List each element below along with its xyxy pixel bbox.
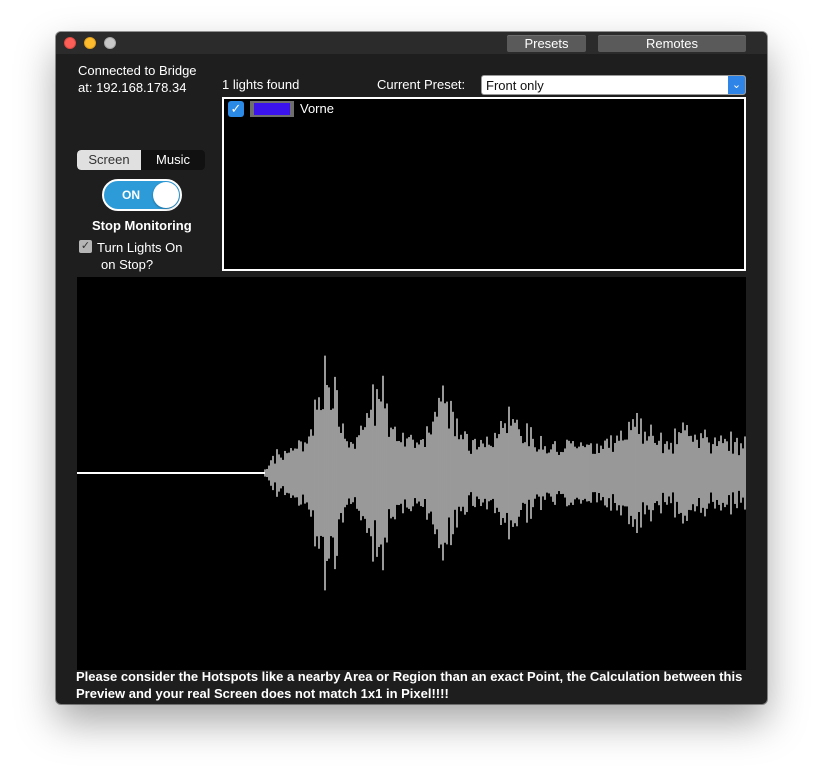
remotes-button[interactable]: Remotes	[598, 35, 746, 52]
monitoring-toggle[interactable]: ON	[102, 179, 182, 211]
turn-lights-on-checkbox[interactable]: ✓	[79, 240, 92, 253]
turn-lights-on-label: Turn Lights On on Stop?	[97, 239, 207, 273]
stop-monitoring-label: Stop Monitoring	[92, 218, 192, 233]
zoom-window-button[interactable]	[104, 37, 116, 49]
mode-segmented-control: Screen Music	[77, 150, 205, 170]
lights-list: ✓ Vorne	[222, 97, 746, 271]
checkmark-icon: ✓	[230, 101, 242, 116]
light-color-fill	[254, 103, 290, 115]
segment-screen[interactable]: Screen	[77, 150, 141, 170]
toggle-state-label: ON	[122, 188, 140, 202]
audio-waveform-preview[interactable]	[77, 277, 746, 670]
toggle-knob	[153, 182, 179, 208]
turn-lights-on-line2: on Stop?	[101, 257, 154, 272]
footer-notice: Please consider the Hotspots like a near…	[76, 668, 766, 702]
turn-lights-on-line1: Turn Lights On	[97, 240, 183, 255]
checkmark-icon: ✓	[80, 240, 91, 252]
current-preset-label: Current Preset:	[377, 77, 466, 92]
bridge-status-line2: at: 192.168.178.34	[78, 80, 187, 95]
waveform-graphic	[77, 355, 746, 591]
title-bar: Presets Remotes	[56, 32, 767, 54]
lights-found-label: 1 lights found	[222, 77, 300, 92]
bridge-status-line1: Connected to Bridge	[78, 63, 197, 78]
light-name: Vorne	[300, 101, 334, 116]
footer-notice-line1: Please consider the Hotspots like a near…	[76, 669, 743, 684]
app-window: Presets Remotes Connected to Bridge at: …	[56, 32, 767, 704]
preset-select-value: Front only	[486, 78, 544, 93]
preset-select[interactable]: Front only ⌄	[481, 75, 746, 95]
minimize-window-button[interactable]	[84, 37, 96, 49]
light-enabled-checkbox[interactable]: ✓	[228, 101, 244, 117]
bridge-status: Connected to Bridge at: 192.168.178.34	[78, 62, 218, 96]
close-window-button[interactable]	[64, 37, 76, 49]
chevron-down-icon[interactable]: ⌄	[728, 76, 745, 94]
light-color-swatch[interactable]	[250, 101, 294, 117]
footer-notice-line2: Preview and your real Screen does not ma…	[76, 686, 449, 701]
presets-button[interactable]: Presets	[507, 35, 586, 52]
segment-music[interactable]: Music	[141, 150, 205, 170]
